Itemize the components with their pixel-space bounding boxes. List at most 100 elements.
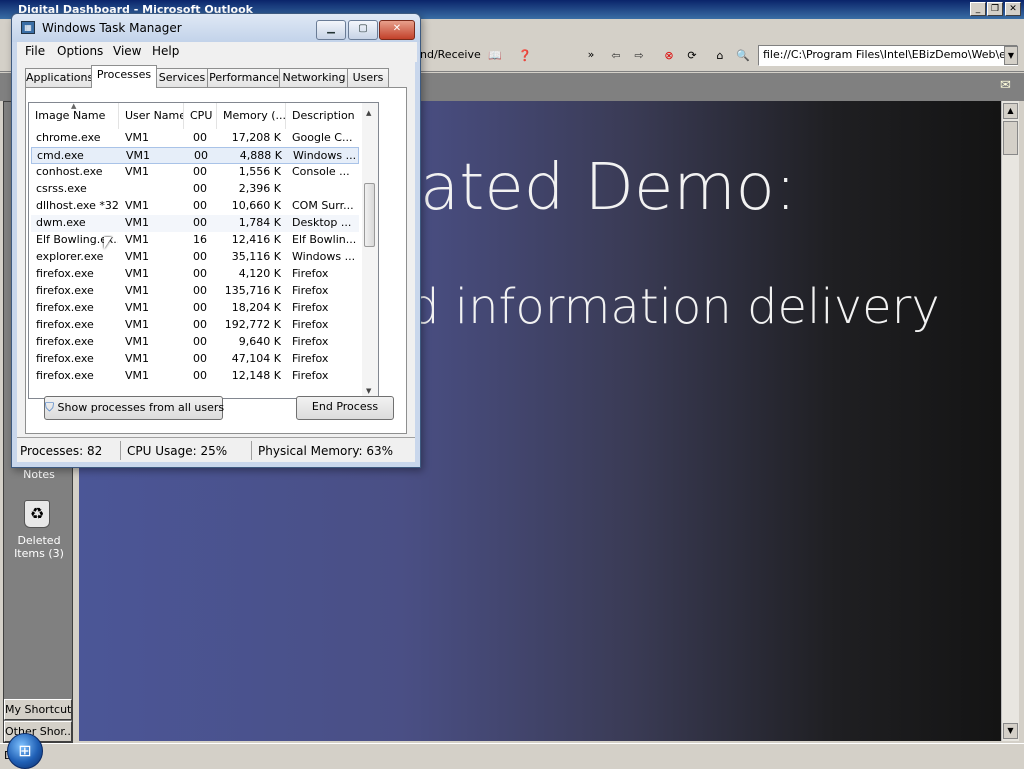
table-row[interactable]: firefox.exe VM1 00 135,716 K Firefox <box>31 283 359 300</box>
back-icon[interactable]: ⇦ <box>605 46 627 68</box>
cell-description: Firefox <box>292 352 329 365</box>
cell-description: Windows ... <box>293 149 357 162</box>
close-button[interactable]: ✕ <box>379 20 415 40</box>
cell-image-name: firefox.exe <box>36 284 94 297</box>
send-receive-button[interactable]: nd/Receive <box>420 46 481 66</box>
cell-cpu: 00 <box>193 284 207 297</box>
cell-user-name: VM1 <box>125 199 150 212</box>
stop-icon[interactable]: ⊗ <box>658 46 680 68</box>
cell-cpu: 00 <box>194 149 208 162</box>
cell-image-name: firefox.exe <box>36 318 94 331</box>
address-dropdown-button[interactable]: ▼ <box>1004 46 1018 65</box>
cell-cpu: 00 <box>193 318 207 331</box>
cell-description: Console ... <box>292 165 350 178</box>
outlook-minimize-button[interactable]: _ <box>970 2 986 16</box>
cell-memory: 35,116 K <box>231 250 281 263</box>
column-user-name[interactable]: User Name <box>119 103 184 129</box>
cell-user-name: VM1 <box>125 284 150 297</box>
status-memory: Physical Memory: 63% <box>258 444 394 458</box>
cell-cpu: 00 <box>193 267 207 280</box>
sort-ascending-icon: ▲ <box>71 102 77 110</box>
cell-description: Google C... <box>292 131 353 144</box>
table-row[interactable]: cmd.exe VM1 00 4,888 K Windows ... <box>31 147 359 164</box>
cell-image-name: cmd.exe <box>37 149 84 162</box>
process-list[interactable]: Image Name ▲ User Name CPU Memory (... D… <box>28 102 378 399</box>
tab-networking[interactable]: Networking <box>279 68 349 87</box>
cell-cpu: 00 <box>193 182 207 195</box>
notes-shortcut-label[interactable]: Notes <box>12 468 66 481</box>
tab-applications[interactable]: Applications <box>25 68 93 87</box>
list-scroll-up-icon[interactable]: ▲ <box>366 109 371 117</box>
cell-cpu: 00 <box>193 250 207 263</box>
table-row[interactable]: Elf Bowling.ex... VM1 16 12,416 K Elf Bowlin… <box>31 232 359 249</box>
cell-memory: 1,784 K <box>238 216 281 229</box>
table-row[interactable]: firefox.exe VM1 00 192,772 K Firefox <box>31 317 359 334</box>
menu-view[interactable]: View <box>113 44 141 58</box>
table-row[interactable]: firefox.exe VM1 00 9,640 K Firefox <box>31 334 359 351</box>
cell-description: Elf Bowlin... <box>292 233 357 246</box>
deleted-items-icon[interactable]: ♻ <box>24 500 50 528</box>
column-description[interactable]: Description <box>286 103 361 129</box>
tab-processes[interactable]: Processes <box>91 65 157 88</box>
table-row[interactable]: conhost.exe VM1 00 1,556 K Console ... <box>31 164 359 181</box>
task-manager-menu-bar: File Options View Help <box>17 42 417 62</box>
deleted-items-label[interactable]: Deleted Items (3) <box>8 534 70 560</box>
refresh-icon[interactable]: ⟳ <box>681 46 703 68</box>
start-orb-icon[interactable]: ⊞ <box>7 733 43 769</box>
table-row[interactable]: firefox.exe VM1 00 18,204 K Firefox <box>31 300 359 317</box>
outlook-maximize-button[interactable]: ❐ <box>987 2 1003 16</box>
cell-user-name: VM1 <box>125 267 150 280</box>
column-memory[interactable]: Memory (... <box>217 103 286 129</box>
home-icon[interactable]: ⌂ <box>709 46 731 68</box>
list-scroll-thumb[interactable] <box>364 183 375 247</box>
scroll-thumb[interactable] <box>1003 121 1018 155</box>
address-field[interactable]: file://C:\Program Files\Intel\EBizDemo\W… <box>758 45 1018 66</box>
menu-options[interactable]: Options <box>57 44 103 58</box>
tab-performance[interactable]: Performance <box>207 68 281 87</box>
outlook-close-button[interactable]: ✕ <box>1005 2 1021 16</box>
table-row[interactable]: dwm.exe VM1 00 1,784 K Desktop ... <box>31 215 359 232</box>
table-row[interactable]: firefox.exe VM1 00 12,148 K Firefox <box>31 368 359 385</box>
menu-file[interactable]: File <box>25 44 45 58</box>
help-icon[interactable]: ❓ <box>514 46 536 68</box>
address-book-icon[interactable]: 📖 <box>484 46 506 68</box>
folder-icon: ✉ <box>1000 78 1011 93</box>
maximize-button[interactable]: ▢ <box>348 20 378 40</box>
find-icon[interactable]: 🔍 <box>732 46 754 68</box>
cell-cpu: 00 <box>193 352 207 365</box>
cell-user-name: VM1 <box>126 149 151 162</box>
tab-services[interactable]: Services <box>155 68 209 87</box>
scroll-down-button[interactable]: ▼ <box>1003 723 1018 739</box>
table-row[interactable]: chrome.exe VM1 00 17,208 K Google C... <box>31 130 359 147</box>
cell-cpu: 00 <box>193 335 207 348</box>
task-manager-title-bar[interactable]: ▦ Windows Task Manager ▁ ▢ ✕ <box>12 14 420 42</box>
cell-user-name: VM1 <box>125 318 150 331</box>
cell-description: COM Surr... <box>292 199 354 212</box>
process-list-scrollbar[interactable]: ▲ ▼ <box>362 102 379 399</box>
cell-image-name: csrss.exe <box>36 182 87 195</box>
table-row[interactable]: dllhost.exe *32 VM1 00 10,660 K COM Surr... <box>31 198 359 215</box>
table-row[interactable]: firefox.exe VM1 00 47,104 K Firefox <box>31 351 359 368</box>
forward-icon[interactable]: ⇨ <box>628 46 650 68</box>
end-process-button[interactable]: End Process <box>296 396 394 420</box>
cell-cpu: 00 <box>193 131 207 144</box>
table-row[interactable]: csrss.exe 00 2,396 K <box>31 181 359 198</box>
toolbar-overflow-icon[interactable]: » <box>585 46 597 66</box>
table-row[interactable]: explorer.exe VM1 00 35,116 K Windows ... <box>31 249 359 266</box>
content-scrollbar[interactable]: ▲ ▼ <box>1001 101 1019 741</box>
cell-memory: 135,716 K <box>224 284 281 297</box>
cell-user-name: VM1 <box>125 216 150 229</box>
task-manager-title: Windows Task Manager <box>42 21 182 35</box>
menu-help[interactable]: Help <box>152 44 179 58</box>
show-all-processes-button[interactable]: ⛉ Show processes from all users <box>44 396 224 420</box>
scroll-up-button[interactable]: ▲ <box>1003 103 1018 119</box>
cell-user-name: VM1 <box>125 301 150 314</box>
column-cpu[interactable]: CPU <box>184 103 217 129</box>
minimize-button[interactable]: ▁ <box>316 20 346 40</box>
cell-image-name: conhost.exe <box>36 165 103 178</box>
list-scroll-down-icon[interactable]: ▼ <box>366 387 371 395</box>
tab-users[interactable]: Users <box>347 68 389 87</box>
cell-image-name: dwm.exe <box>36 216 86 229</box>
my-shortcuts-button[interactable]: My Shortcuts <box>4 699 72 720</box>
table-row[interactable]: firefox.exe VM1 00 4,120 K Firefox <box>31 266 359 283</box>
